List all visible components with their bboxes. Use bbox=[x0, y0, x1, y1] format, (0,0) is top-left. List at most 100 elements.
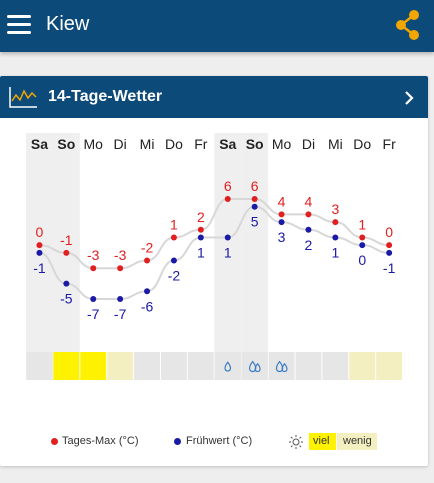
max-point bbox=[332, 219, 339, 226]
min-value-label: -1 bbox=[383, 260, 396, 276]
card-header[interactable]: 14-Tage-Wetter bbox=[0, 76, 428, 118]
sunshine-cell bbox=[295, 352, 322, 380]
legend-min-dot bbox=[174, 438, 181, 445]
min-point bbox=[224, 234, 231, 241]
max-point bbox=[90, 265, 97, 272]
max-point bbox=[278, 211, 285, 218]
min-point bbox=[305, 226, 312, 233]
min-value-label: -2 bbox=[168, 268, 181, 284]
min-value-label: -5 bbox=[60, 291, 73, 307]
sun-icon bbox=[289, 435, 303, 449]
sunshine-cell bbox=[53, 352, 80, 380]
legend-min-label: Frühwert (°C) bbox=[186, 435, 253, 447]
sunshine-cell bbox=[376, 352, 403, 380]
legend-viel-label: viel bbox=[313, 435, 330, 447]
forecast-chart: Sa So Mo Di Mi Do Fr Sa So Mo Di Mi Do Fr 0 -1 -3 -3 -2 1 2 6… bbox=[26, 133, 403, 380]
sunshine-cell bbox=[349, 352, 376, 380]
page-title: Kiew bbox=[46, 13, 90, 35]
max-point bbox=[197, 226, 204, 233]
max-value-label: -1 bbox=[60, 232, 73, 248]
card-title: 14-Tage-Wetter bbox=[48, 88, 163, 105]
min-point bbox=[251, 203, 258, 210]
day-label: Do bbox=[165, 136, 183, 152]
min-point bbox=[90, 296, 97, 302]
min-point bbox=[36, 249, 43, 256]
min-point bbox=[144, 288, 151, 295]
max-value-label: -2 bbox=[141, 240, 154, 256]
min-value-label: 5 bbox=[251, 214, 259, 230]
min-point bbox=[278, 219, 285, 226]
max-value-label: 1 bbox=[358, 216, 366, 232]
max-point bbox=[63, 249, 70, 256]
min-point bbox=[197, 234, 204, 241]
max-point bbox=[251, 196, 258, 202]
max-value-label: 6 bbox=[251, 178, 259, 194]
day-label: Mi bbox=[328, 136, 343, 152]
app-bar: Kiew bbox=[0, 0, 434, 52]
min-point bbox=[117, 296, 124, 302]
day-label: Mo bbox=[272, 136, 292, 152]
sunshine-cell bbox=[134, 352, 160, 380]
sunshine-cell bbox=[80, 352, 107, 380]
max-point bbox=[117, 265, 124, 272]
chevron-right-icon[interactable] bbox=[402, 90, 416, 106]
max-point bbox=[386, 242, 393, 249]
max-value-label: 0 bbox=[385, 224, 393, 240]
min-point bbox=[359, 242, 366, 249]
day-label: Sa bbox=[219, 136, 236, 152]
chart-legend: Tages-Max (°C) Frühwert (°C) viel wenig bbox=[0, 432, 428, 452]
share-icon[interactable] bbox=[392, 8, 424, 42]
sunshine-cell bbox=[187, 352, 214, 380]
min-point bbox=[386, 249, 393, 256]
day-label: Mi bbox=[140, 136, 155, 152]
day-label: Do bbox=[353, 136, 371, 152]
max-value-label: -3 bbox=[114, 247, 127, 263]
max-point bbox=[144, 257, 151, 264]
sunshine-cell bbox=[161, 352, 187, 380]
min-value-label: 3 bbox=[278, 229, 286, 245]
sunshine-cell bbox=[107, 352, 134, 380]
day-label: Fr bbox=[194, 136, 208, 152]
max-value-label: 1 bbox=[170, 216, 178, 232]
min-value-label: -7 bbox=[114, 306, 127, 322]
hamburger-menu-icon[interactable] bbox=[5, 10, 35, 40]
min-value-label: -1 bbox=[33, 260, 46, 276]
day-label: Di bbox=[114, 136, 127, 152]
day-label: Di bbox=[302, 136, 315, 152]
legend-max-label: Tages-Max (°C) bbox=[62, 435, 139, 447]
max-value-label: 6 bbox=[224, 178, 232, 194]
max-point bbox=[36, 242, 43, 249]
max-value-label: 3 bbox=[331, 201, 339, 217]
weekend-column bbox=[241, 133, 269, 380]
sunshine-cell bbox=[214, 352, 241, 380]
day-label: Mo bbox=[84, 136, 104, 152]
min-value-label: 1 bbox=[197, 244, 205, 260]
max-value-label: 4 bbox=[305, 193, 313, 209]
max-value-label: 4 bbox=[278, 193, 286, 209]
day-label: Fr bbox=[383, 136, 397, 152]
max-point bbox=[170, 234, 177, 241]
day-label: So bbox=[57, 136, 75, 152]
max-point bbox=[359, 234, 366, 241]
max-point bbox=[305, 211, 312, 218]
max-point bbox=[224, 196, 231, 202]
sunshine-cell bbox=[268, 352, 295, 380]
min-value-label: 2 bbox=[305, 237, 313, 253]
min-value-label: 0 bbox=[358, 252, 366, 268]
forecast-card: 14-Tage-Wetter Sa So Mo Di Mi Do Fr Sa So Mo Di Mi D… bbox=[0, 76, 428, 466]
min-point bbox=[170, 257, 177, 264]
line-chart-icon bbox=[9, 87, 37, 108]
day-label: So bbox=[246, 136, 264, 152]
legend-wenig-label: wenig bbox=[343, 435, 372, 447]
sunshine-cell bbox=[241, 352, 268, 380]
min-point bbox=[332, 234, 339, 241]
min-value-label: 1 bbox=[224, 244, 232, 260]
day-label: Sa bbox=[31, 136, 48, 152]
max-value-label: -3 bbox=[87, 247, 100, 263]
min-value-label: 1 bbox=[331, 244, 339, 260]
max-value-label: 2 bbox=[197, 209, 205, 225]
min-point bbox=[63, 280, 70, 287]
legend-max-dot bbox=[51, 438, 58, 445]
sunshine-cell bbox=[26, 352, 53, 380]
min-value-label: -7 bbox=[87, 306, 100, 322]
